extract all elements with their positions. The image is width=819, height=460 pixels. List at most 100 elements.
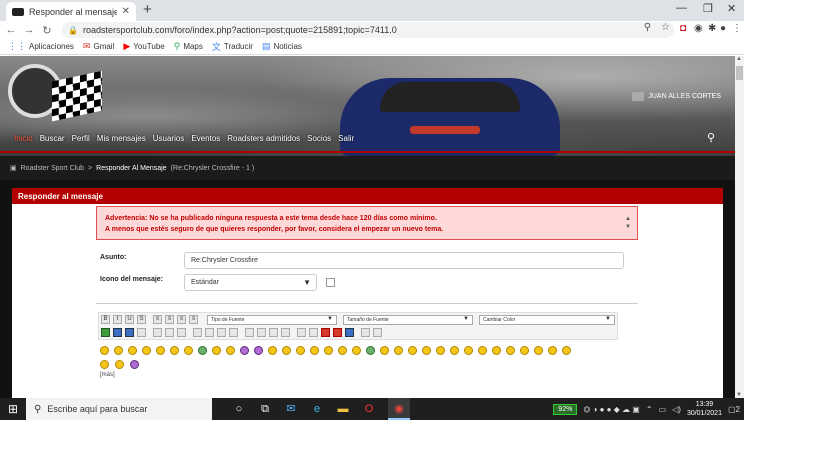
- smiley-icon[interactable]: [394, 346, 403, 355]
- justify-button[interactable]: ≡: [189, 315, 198, 324]
- underline-button[interactable]: U: [125, 315, 134, 324]
- smiley-icon[interactable]: [296, 346, 305, 355]
- smiley-icon[interactable]: [450, 346, 459, 355]
- file-explorer-icon[interactable]: ▬: [336, 402, 350, 416]
- flash-button[interactable]: [101, 328, 110, 337]
- scroll-thumb[interactable]: [736, 66, 743, 80]
- strike-button[interactable]: S: [137, 315, 146, 324]
- restore-button[interactable]: ❐: [703, 2, 713, 15]
- search-icon[interactable]: ⚲: [707, 131, 715, 144]
- browser-tab[interactable]: Responder al mensaje ✕: [6, 2, 136, 21]
- mail-icon[interactable]: ✉: [284, 402, 298, 416]
- smiley-icon[interactable]: [464, 346, 473, 355]
- warning-scroll-arrows[interactable]: ▲ ▼: [625, 215, 631, 231]
- bookmark-youtube[interactable]: ▶ YouTube: [123, 41, 164, 52]
- smiley-icon[interactable]: [170, 346, 179, 355]
- notifications-icon[interactable]: ▢2: [728, 405, 740, 414]
- smiley-icon[interactable]: [240, 346, 249, 355]
- ordered-list-button[interactable]: [309, 328, 318, 337]
- bookmark-star-icon[interactable]: ☆: [661, 22, 670, 33]
- smiley-icon[interactable]: [338, 346, 347, 355]
- address-bar[interactable]: 🔒 roadstersportclub.com/foro/index.php?a…: [62, 22, 674, 38]
- smiley-icon[interactable]: [212, 346, 221, 355]
- smiley-icon[interactable]: [142, 346, 151, 355]
- smiley-icon[interactable]: [562, 346, 571, 355]
- smiley-icon[interactable]: [226, 346, 235, 355]
- smiley-icon[interactable]: [184, 346, 193, 355]
- minimize-button[interactable]: —: [676, 2, 687, 14]
- smiley-icon[interactable]: [100, 346, 109, 355]
- nav-perfil[interactable]: Perfil: [72, 134, 90, 143]
- remove-format-button[interactable]: [373, 328, 382, 337]
- font-type-select[interactable]: Tipo de Fuente ▼: [207, 315, 337, 325]
- breadcrumb-home[interactable]: Roadster Sport Club: [21, 165, 84, 172]
- smiley-icon[interactable]: [548, 346, 557, 355]
- left-align-button[interactable]: [205, 328, 214, 337]
- forward-button[interactable]: →: [22, 24, 36, 36]
- glow-button[interactable]: [165, 328, 174, 337]
- bold-button[interactable]: B: [101, 315, 110, 324]
- opera-icon[interactable]: O: [362, 402, 376, 416]
- close-window-button[interactable]: ✕: [727, 2, 736, 15]
- chevron-up-icon[interactable]: ⌃: [646, 405, 653, 414]
- shadow-button[interactable]: [153, 328, 162, 337]
- windows-start-icon[interactable]: ⊞: [0, 402, 26, 416]
- tray-icons[interactable]: ⏣ ◑ ● ● ◆ ☁ ▣: [583, 405, 640, 414]
- preformatted-button[interactable]: [193, 328, 202, 337]
- smiley-icon[interactable]: [520, 346, 529, 355]
- volume-icon[interactable]: ◁): [672, 405, 681, 414]
- message-icon-select[interactable]: Estándar ▼: [184, 274, 317, 291]
- clock[interactable]: 13:39 30/01/2021: [687, 400, 722, 418]
- nav-mis-mensajes[interactable]: Mis mensajes: [97, 134, 146, 143]
- move-button[interactable]: [177, 328, 186, 337]
- smiley-icon[interactable]: [198, 346, 207, 355]
- menu-kebab-icon[interactable]: ⋮: [732, 23, 742, 34]
- extensions-puzzle-icon[interactable]: ✱: [708, 23, 716, 34]
- edge-icon[interactable]: e: [310, 402, 324, 416]
- nav-salir[interactable]: Salir: [338, 134, 354, 143]
- bookmark-news[interactable]: ▤ Noticias: [262, 41, 302, 52]
- zoom-icon[interactable]: ⚲: [644, 22, 651, 33]
- link-button[interactable]: [125, 328, 134, 337]
- horizontal-rule-button[interactable]: [281, 328, 290, 337]
- smiley-icon[interactable]: [254, 346, 263, 355]
- extension-record-icon[interactable]: ◉: [694, 23, 703, 34]
- profile-avatar-icon[interactable]: ●: [720, 23, 726, 34]
- page-scrollbar[interactable]: ▲ ▼: [735, 56, 744, 398]
- smiley-icon[interactable]: [128, 346, 137, 355]
- smiley-icon[interactable]: [114, 346, 123, 355]
- smiley-icon[interactable]: [366, 346, 375, 355]
- embed-button[interactable]: [345, 328, 354, 337]
- smiley-icon[interactable]: [268, 346, 277, 355]
- smiley-icon[interactable]: [408, 346, 417, 355]
- battery-indicator[interactable]: 92%: [553, 403, 578, 415]
- subject-input[interactable]: Re:Chrysler Crossfire: [184, 252, 624, 269]
- smiley-icon[interactable]: [422, 346, 431, 355]
- bookmark-gmail[interactable]: ✉ Gmail: [83, 41, 114, 52]
- subscript-button[interactable]: [229, 328, 238, 337]
- chrome-icon[interactable]: ◉: [388, 398, 410, 420]
- club-logo[interactable]: [8, 64, 104, 124]
- smiley-icon[interactable]: [352, 346, 361, 355]
- nav-socios[interactable]: Socios: [307, 134, 331, 143]
- nav-inicio[interactable]: Inicio: [14, 134, 33, 143]
- cortana-icon[interactable]: ○: [232, 402, 246, 416]
- smiley-icon[interactable]: [130, 360, 139, 369]
- email-button[interactable]: [137, 328, 146, 337]
- nav-eventos[interactable]: Eventos: [191, 134, 220, 143]
- align-right-button[interactable]: ≡: [177, 315, 186, 324]
- nav-buscar[interactable]: Buscar: [40, 134, 65, 143]
- quote-button[interactable]: [269, 328, 278, 337]
- reload-button[interactable]: ↻: [40, 24, 54, 37]
- back-button[interactable]: ←: [4, 24, 18, 36]
- more-smileys-link[interactable]: [más]: [100, 372, 115, 378]
- italic-button[interactable]: I: [113, 315, 122, 324]
- smiley-icon[interactable]: [156, 346, 165, 355]
- smiley-icon[interactable]: [380, 346, 389, 355]
- image-button[interactable]: [113, 328, 122, 337]
- nav-roadsters-admitidos[interactable]: Roadsters admitidos: [227, 134, 300, 143]
- smiley-icon[interactable]: [506, 346, 515, 355]
- smiley-icon[interactable]: [100, 360, 109, 369]
- spellcheck-button[interactable]: [361, 328, 370, 337]
- smiley-icon[interactable]: [478, 346, 487, 355]
